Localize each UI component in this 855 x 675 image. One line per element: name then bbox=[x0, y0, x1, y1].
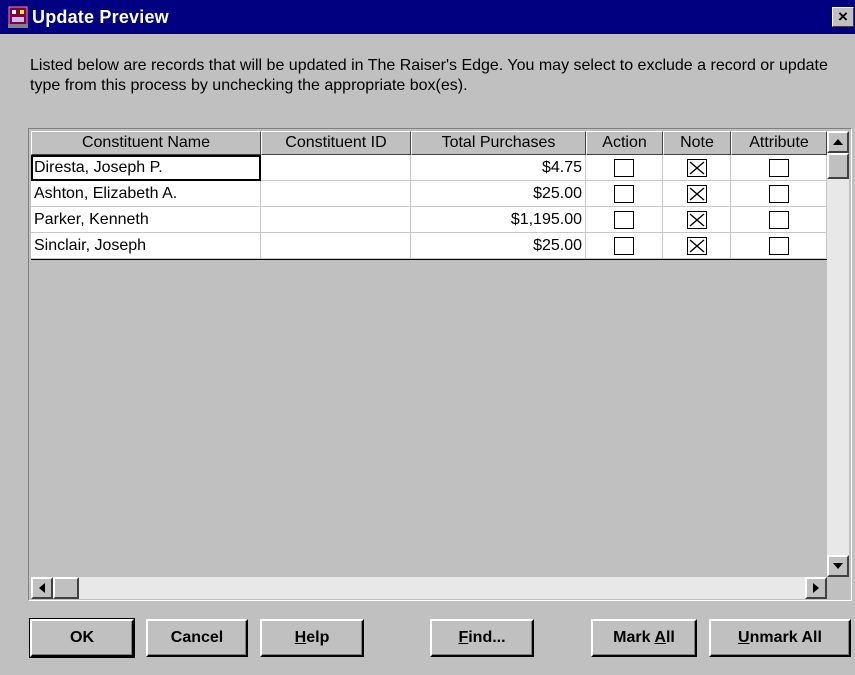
mark-all-button[interactable]: Mark All bbox=[591, 619, 697, 657]
cell-action bbox=[586, 207, 663, 233]
cell-constituent-id[interactable] bbox=[261, 233, 411, 259]
checkbox-checked-icon bbox=[689, 239, 704, 253]
vertical-scrollbar[interactable] bbox=[827, 131, 849, 577]
cell-attribute bbox=[731, 181, 827, 207]
note-checkbox[interactable] bbox=[686, 211, 707, 229]
cell-note bbox=[663, 155, 731, 181]
cancel-button[interactable]: Cancel bbox=[146, 619, 248, 657]
note-checkbox[interactable] bbox=[686, 159, 707, 177]
cell-note bbox=[663, 181, 731, 207]
action-checkbox[interactable] bbox=[614, 211, 634, 229]
unmark-all-button[interactable]: Unmark All bbox=[709, 619, 851, 657]
vertical-scroll-thumb[interactable] bbox=[827, 153, 849, 179]
scroll-left-button[interactable] bbox=[31, 577, 53, 599]
table-row[interactable]: Ashton, Elizabeth A. $25.00 bbox=[31, 181, 827, 207]
scroll-left-arrow-icon bbox=[39, 583, 45, 593]
attribute-checkbox[interactable] bbox=[768, 237, 789, 255]
find-button[interactable]: Find... bbox=[430, 619, 534, 657]
find-button-label: ind... bbox=[468, 629, 506, 646]
column-header-constituent-id[interactable]: Constituent ID bbox=[261, 131, 411, 155]
action-checkbox[interactable] bbox=[614, 237, 634, 255]
instructions-text: Listed below are records that will be up… bbox=[30, 57, 828, 94]
table-row[interactable]: Sinclair, Joseph $25.00 bbox=[31, 233, 827, 259]
scroll-down-arrow-icon bbox=[833, 563, 843, 569]
column-header-action[interactable]: Action bbox=[586, 131, 663, 155]
cell-constituent-name[interactable]: Parker, Kenneth bbox=[31, 207, 261, 233]
ok-button[interactable]: OK bbox=[29, 618, 135, 658]
note-checkbox[interactable] bbox=[686, 237, 707, 255]
column-header-total-purchases[interactable]: Total Purchases bbox=[411, 131, 586, 155]
cell-constituent-name[interactable]: Sinclair, Joseph bbox=[31, 233, 261, 259]
cell-action bbox=[586, 181, 663, 207]
unmark-all-button-label: nmark All bbox=[749, 629, 822, 646]
mark-all-prefix: Mark bbox=[613, 629, 655, 646]
attribute-checkbox[interactable] bbox=[768, 159, 789, 177]
horizontal-scroll-thumb[interactable] bbox=[53, 577, 79, 599]
column-header-note[interactable]: Note bbox=[663, 131, 731, 155]
mark-all-button-label: ll bbox=[665, 629, 675, 646]
help-button[interactable]: Help bbox=[260, 619, 364, 657]
scrollbar-corner bbox=[827, 577, 849, 599]
find-mnemonic: F bbox=[458, 629, 469, 646]
checkbox-checked-icon bbox=[689, 187, 704, 201]
cell-total-purchases[interactable]: $4.75 bbox=[411, 155, 586, 181]
update-preview-grid[interactable]: Constituent Name Constituent ID Total Pu… bbox=[28, 128, 852, 601]
close-icon: × bbox=[838, 7, 848, 26]
scroll-right-arrow-icon bbox=[813, 583, 819, 593]
close-button[interactable]: × bbox=[832, 7, 854, 27]
cell-attribute bbox=[731, 233, 827, 259]
horizontal-scrollbar[interactable] bbox=[31, 577, 849, 599]
cell-total-purchases[interactable]: $25.00 bbox=[411, 233, 586, 259]
cell-constituent-id[interactable] bbox=[261, 181, 411, 207]
cell-note bbox=[663, 233, 731, 259]
cell-constituent-id[interactable] bbox=[261, 207, 411, 233]
grid-rows: Diresta, Joseph P. $4.75 Ashton, Elizabe… bbox=[31, 155, 827, 260]
mark-all-mnemonic: A bbox=[654, 629, 666, 646]
note-checkbox[interactable] bbox=[686, 185, 707, 203]
scroll-up-button[interactable] bbox=[827, 131, 849, 153]
scroll-down-button[interactable] bbox=[827, 555, 849, 577]
cell-attribute bbox=[731, 155, 827, 181]
cell-constituent-name[interactable]: Ashton, Elizabeth A. bbox=[31, 181, 261, 207]
window-title: Update Preview bbox=[32, 7, 169, 27]
action-checkbox[interactable] bbox=[614, 159, 634, 177]
table-row[interactable]: Diresta, Joseph P. $4.75 bbox=[31, 155, 827, 181]
help-mnemonic: H bbox=[294, 629, 307, 646]
scroll-right-button[interactable] bbox=[805, 577, 827, 599]
app-icon bbox=[6, 5, 30, 29]
cell-constituent-name[interactable]: Diresta, Joseph P. bbox=[31, 155, 261, 181]
attribute-checkbox[interactable] bbox=[768, 211, 789, 229]
help-button-label: elp bbox=[306, 629, 330, 646]
cell-total-purchases[interactable]: $25.00 bbox=[411, 181, 586, 207]
cell-note bbox=[663, 207, 731, 233]
column-header-attribute[interactable]: Attribute bbox=[731, 131, 827, 155]
column-header-constituent-name[interactable]: Constituent Name bbox=[31, 131, 261, 155]
checkbox-checked-icon bbox=[689, 213, 704, 227]
cell-action bbox=[586, 155, 663, 181]
cell-action bbox=[586, 233, 663, 259]
action-checkbox[interactable] bbox=[614, 185, 634, 203]
table-row[interactable]: Parker, Kenneth $1,195.00 bbox=[31, 207, 827, 233]
cell-attribute bbox=[731, 207, 827, 233]
unmark-all-mnemonic: U bbox=[738, 629, 750, 646]
cell-total-purchases[interactable]: $1,195.00 bbox=[411, 207, 586, 233]
cancel-button-label: Cancel bbox=[170, 629, 224, 646]
checkbox-checked-icon bbox=[689, 161, 704, 175]
ok-button-label: OK bbox=[70, 629, 94, 646]
attribute-checkbox[interactable] bbox=[768, 185, 789, 203]
title-bar: Update Preview × bbox=[0, 0, 855, 34]
scroll-up-arrow-icon bbox=[833, 139, 843, 145]
cell-constituent-id[interactable] bbox=[261, 155, 411, 181]
